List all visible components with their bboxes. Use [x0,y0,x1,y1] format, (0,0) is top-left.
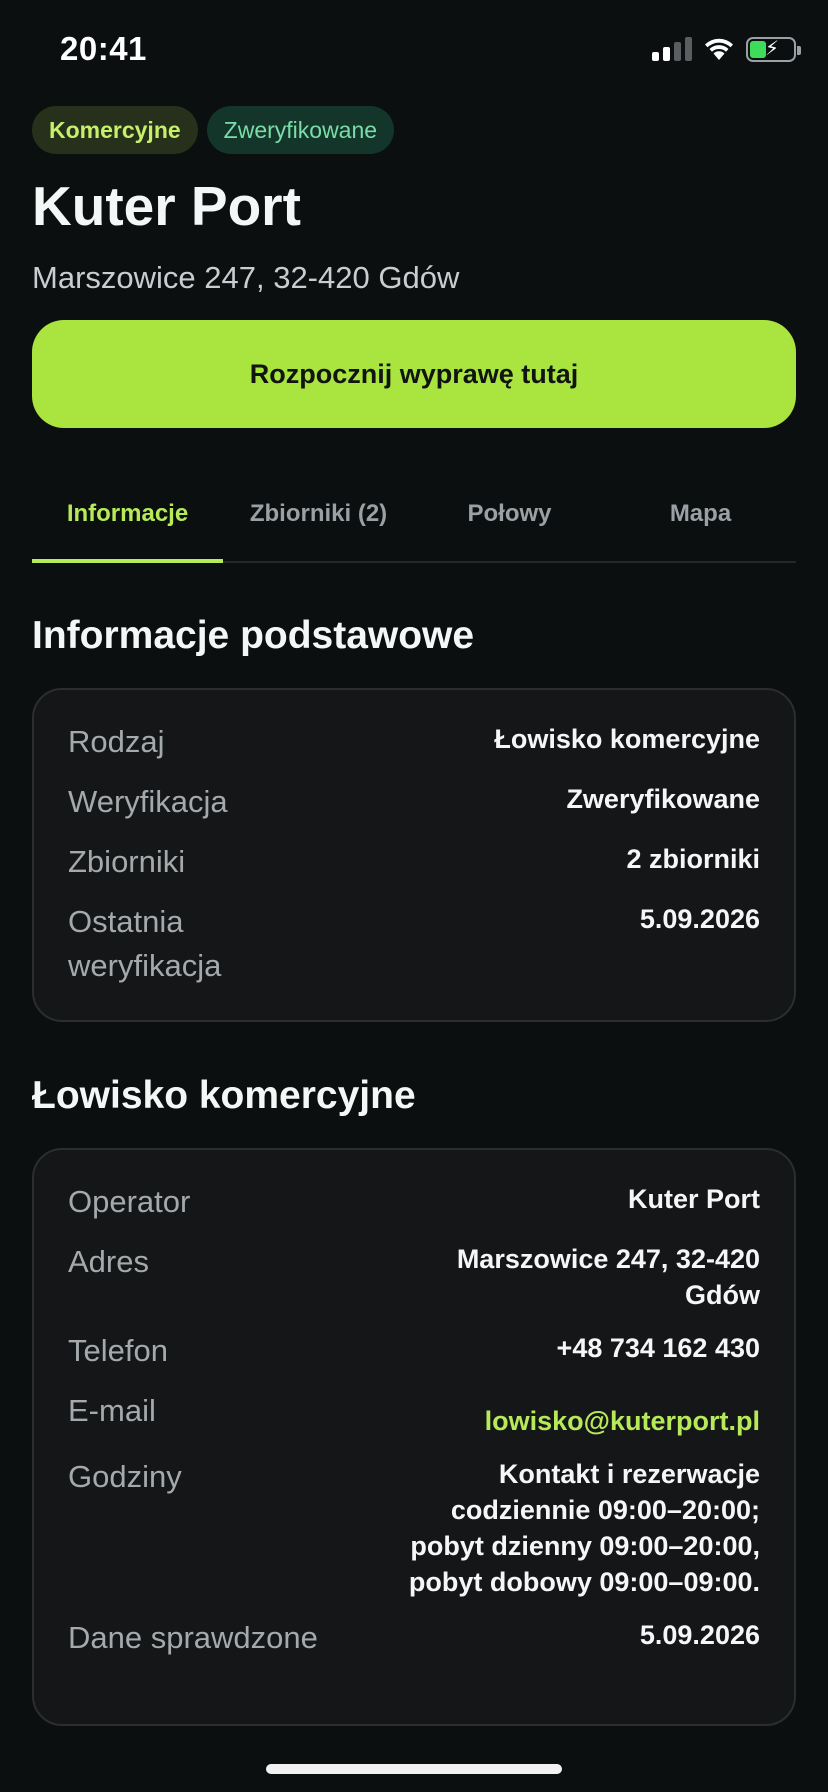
home-indicator [266,1764,562,1774]
info-value: Łowisko komercyjne [494,724,760,754]
info-value: Marszowice 247, 32-420 Gdów [456,1244,760,1310]
status-bar: 20:41 ⚡ [0,0,828,100]
info-row-operator: Operator Kuter Port [68,1180,760,1224]
status-icons: ⚡ [652,36,801,62]
info-label: Weryfikacja [68,784,228,819]
badge-group: Komercyjne Zweryfikowane [32,106,796,154]
email-link[interactable]: lowisko@kuterport.pl [485,1389,760,1439]
info-row-phone: Telefon +48 734 162 430 [68,1329,760,1373]
phone-link[interactable]: +48 734 162 430 [557,1329,760,1366]
info-label: Operator [68,1184,191,1219]
address-subtitle: Marszowice 247, 32-420 Gdów [32,260,460,295]
tab-mapa[interactable]: Mapa [605,490,796,561]
info-label: Adres [68,1244,149,1279]
info-row-checked: Dane sprawdzone 5.09.2026 [68,1616,760,1660]
info-row-tanks: Zbiorniki 2 zbiorniki [68,840,760,884]
status-time: 20:41 [60,30,147,67]
info-label: Ostatnia weryfikacja [68,904,222,983]
info-label: Zbiorniki [68,844,186,879]
info-value: Kuter Port [627,1184,760,1214]
battery-charging-icon: ⚡ [746,36,801,62]
start-trip-button[interactable]: Rozpocznij wyprawę tutaj [32,320,796,428]
cellular-signal-icon [652,37,692,61]
commercial-info-card: Operator Kuter Port Adres Marszowice 247… [32,1148,796,1726]
info-label: Telefon [68,1333,168,1368]
info-row-type: Rodzaj Łowisko komercyjne [68,720,760,764]
badge-verified: Zweryfikowane [206,106,395,154]
tab-polowy[interactable]: Połowy [414,490,605,561]
info-label: E-mail [68,1393,156,1428]
info-value: Zweryfikowane [566,784,760,814]
info-label: Godziny [68,1459,182,1494]
tab-bar: Informacje Zbiorniki (2) Połowy Mapa [32,490,796,563]
info-value: 5.09.2026 [639,1620,760,1650]
page-title: Kuter Port [32,175,301,237]
badge-commercial: Komercyjne [32,106,198,154]
info-row-verification: Weryfikacja Zweryfikowane [68,780,760,824]
info-label: Rodzaj [68,724,165,759]
info-value: 5.09.2026 [639,904,760,934]
section-title-basic-info: Informacje podstawowe [32,614,475,657]
info-value: Kontakt i rezerwacje codziennie 09:00–20… [408,1459,760,1597]
info-row-email: E-mail lowisko@kuterport.pl [68,1389,760,1439]
info-row-hours: Godziny Kontakt i rezerwacje codziennie … [68,1455,760,1600]
info-row-address: Adres Marszowice 247, 32-420 Gdów [68,1240,760,1313]
basic-info-card: Rodzaj Łowisko komercyjne Weryfikacja Zw… [32,688,796,1022]
wifi-icon [705,38,733,60]
info-row-last-verification: Ostatnia weryfikacja 5.09.2026 [68,900,760,988]
header-section: Komercyjne Zweryfikowane Kuter Port Mars… [32,106,796,428]
info-label: Dane sprawdzone [68,1620,318,1655]
tab-zbiorniki[interactable]: Zbiorniki (2) [223,490,414,561]
tab-informacje[interactable]: Informacje [32,490,223,563]
info-value: 2 zbiorniki [626,844,760,874]
section-title-commercial: Łowisko komercyjne [32,1074,416,1117]
